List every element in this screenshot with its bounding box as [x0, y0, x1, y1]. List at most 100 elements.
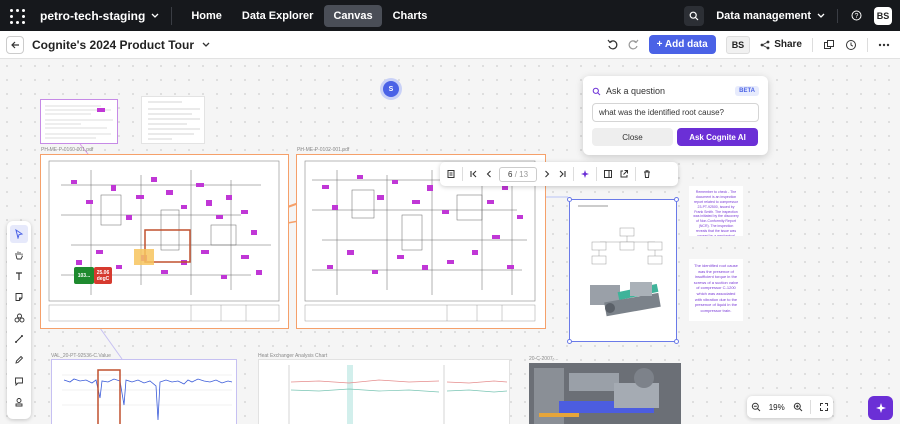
divider — [812, 37, 813, 52]
comment-tool[interactable] — [10, 372, 28, 390]
side-panel-icon[interactable] — [603, 169, 613, 179]
next-page-icon[interactable] — [543, 169, 551, 179]
hand-icon — [15, 251, 23, 260]
cognite-logo-icon[interactable] — [8, 7, 26, 25]
canvas-toolbar — [7, 221, 31, 419]
help-icon: ? — [851, 10, 861, 21]
line-icon — [15, 335, 23, 343]
ai-note-1[interactable]: Remember to check - The document is an i… — [689, 186, 743, 236]
zoom-in-icon[interactable] — [793, 402, 803, 412]
text-icon — [16, 272, 22, 280]
3d-image[interactable] — [529, 363, 681, 424]
ask-cognite-ai-button[interactable]: Ask Cognite AI — [677, 128, 758, 146]
back-button[interactable] — [6, 35, 24, 54]
ai-assistant-button[interactable] — [868, 396, 893, 420]
history-icon[interactable] — [845, 39, 857, 51]
tag-value: 103... — [77, 272, 91, 279]
document-toolbar: 6 / 13 — [440, 162, 678, 186]
beta-badge: BETA — [735, 86, 759, 96]
search-button[interactable] — [684, 5, 705, 26]
redo-icon[interactable] — [628, 39, 639, 50]
divider — [635, 167, 637, 181]
tag-value: 25.06 degC — [96, 269, 110, 282]
divider — [573, 167, 575, 181]
divider — [837, 8, 838, 23]
ask-question-panel: Ask a question BETA what was the identif… — [583, 76, 768, 155]
project-selector[interactable]: petro-tech-staging — [40, 9, 159, 23]
first-page-icon[interactable] — [469, 169, 479, 179]
tab-charts[interactable]: Charts — [384, 5, 437, 27]
collaborator-cursor: S — [383, 81, 399, 97]
timeseries-plot — [62, 369, 233, 424]
canvas-area[interactable]: PH-ME-P-0160-001.pdf 103... 25.06 degC P… — [0, 59, 900, 424]
undo-icon[interactable] — [607, 39, 618, 50]
tab-canvas[interactable]: Canvas — [324, 4, 382, 27]
tab-data-explorer[interactable]: Data Explorer — [233, 5, 323, 27]
total-pages: / 13 — [514, 169, 529, 179]
divider — [596, 167, 598, 181]
ai-sparkle-icon — [875, 403, 886, 413]
pen-tool[interactable] — [10, 351, 28, 369]
page-indicator[interactable]: 6 / 13 — [499, 166, 538, 182]
live-value-tag-green[interactable]: 103... — [74, 267, 94, 284]
user-avatar[interactable]: BS — [874, 6, 892, 25]
resize-handle[interactable] — [674, 197, 679, 202]
sticky-note-tool[interactable] — [10, 288, 28, 306]
ai-note-2[interactable]: The identified root cause was the presen… — [689, 259, 743, 321]
chevron-down-icon[interactable] — [202, 42, 210, 48]
sticky-note-icon — [15, 293, 23, 301]
note-text: Remember to check - The document is an i… — [693, 190, 739, 236]
more-options-icon[interactable] — [878, 43, 890, 47]
divider — [171, 6, 173, 25]
collaborator-badge[interactable]: BS — [725, 35, 751, 54]
line-tool[interactable] — [10, 330, 28, 348]
shapes-tool[interactable] — [10, 309, 28, 327]
canvas-header: Cognite's 2024 Product Tour + Add data B… — [0, 31, 900, 59]
share-label: Share — [774, 39, 802, 50]
delete-icon[interactable] — [642, 169, 652, 179]
pan-tool[interactable] — [10, 246, 28, 264]
top-navbar: petro-tech-staging Home Data Explorer Ca… — [0, 0, 900, 31]
resize-handle[interactable] — [567, 197, 572, 202]
divider — [810, 400, 812, 414]
stamp-tool[interactable] — [10, 393, 28, 411]
pen-icon — [15, 355, 24, 364]
share-button[interactable]: Share — [760, 39, 802, 50]
current-page: 6 — [508, 169, 513, 179]
pid-document-1[interactable] — [40, 154, 289, 329]
select-tool[interactable] — [10, 225, 28, 243]
ai-sparkle-icon[interactable] — [580, 169, 590, 179]
text-tool[interactable] — [10, 267, 28, 285]
document-label: PH-ME-P-0160-001.pdf — [41, 147, 94, 153]
close-button[interactable]: Close — [592, 128, 673, 146]
data-management-menu[interactable]: Data management — [716, 10, 825, 22]
canvas-title[interactable]: Cognite's 2024 Product Tour — [32, 38, 194, 52]
arrow-left-icon — [10, 41, 19, 48]
stamp-icon — [15, 398, 23, 407]
add-data-label: + Add data — [656, 39, 708, 50]
resize-handle[interactable] — [567, 339, 572, 344]
zoom-out-icon[interactable] — [751, 402, 761, 412]
cursor-icon — [15, 229, 24, 239]
help-button[interactable]: ? — [846, 6, 866, 26]
timeseries-chart-2[interactable] — [258, 359, 510, 424]
shapes-icon — [14, 313, 24, 323]
last-page-icon[interactable] — [557, 169, 567, 179]
selected-document[interactable] — [567, 197, 679, 344]
document-preview — [578, 205, 663, 317]
document-label: PH-ME-P-0102-001.pdf — [297, 147, 350, 153]
add-data-button[interactable]: + Add data — [648, 35, 716, 54]
chevron-down-icon — [817, 13, 825, 18]
timeseries-chart-1[interactable] — [51, 359, 237, 424]
versions-icon[interactable] — [823, 39, 835, 51]
live-value-tag-red[interactable]: 25.06 degC — [94, 267, 112, 284]
previous-page-icon[interactable] — [485, 169, 493, 179]
divider — [462, 167, 463, 181]
fit-to-screen-icon[interactable] — [819, 402, 829, 412]
question-input[interactable]: what was the identified root cause? — [592, 103, 759, 122]
tab-home[interactable]: Home — [182, 5, 231, 27]
divider — [867, 37, 868, 52]
resize-handle[interactable] — [674, 339, 679, 344]
open-external-icon[interactable] — [619, 169, 629, 179]
document-info-icon[interactable] — [446, 169, 456, 179]
